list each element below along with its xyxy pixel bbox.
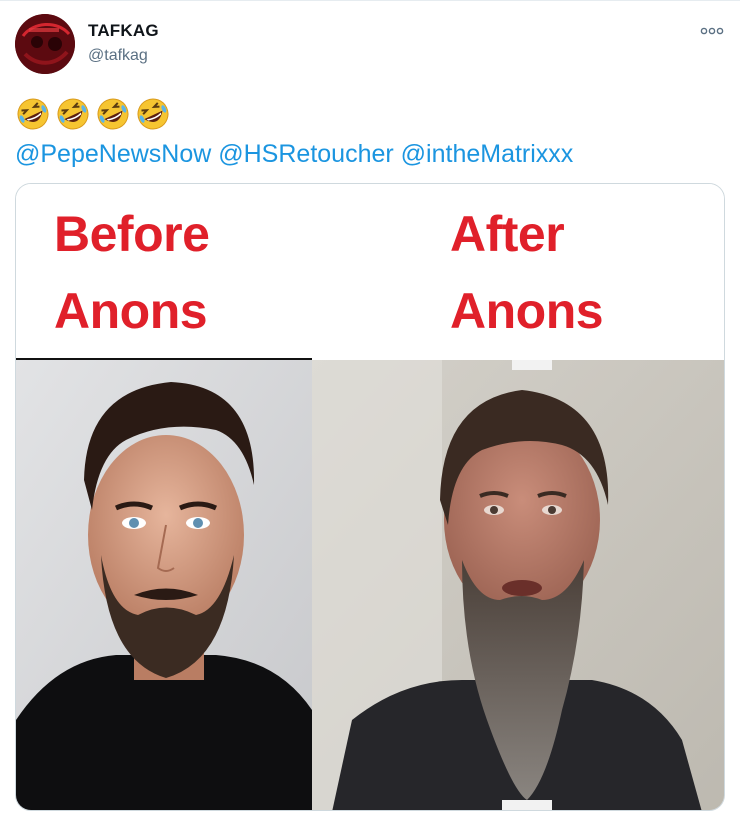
caption-before-anons: Anons <box>54 283 208 339</box>
more-options-icon[interactable] <box>700 21 724 41</box>
mention-link[interactable]: @intheMatrixxx <box>401 140 574 168</box>
after-photo <box>312 360 724 810</box>
caption-after-anons: Anons <box>450 283 604 339</box>
author-name[interactable]: TAFKAG <box>88 21 159 41</box>
tweet-card: TAFKAG @tafkag @PepeNewsNow @HSRetoucher… <box>0 0 740 816</box>
before-photo <box>16 360 312 810</box>
mention-link[interactable]: @HSRetoucher <box>218 140 393 168</box>
rolling-on-floor-laughing-emoji <box>135 97 171 131</box>
meme-caption-area: Before Anons After Anons <box>16 184 724 358</box>
tweet-mentions: @PepeNewsNow @HSRetoucher @intheMatrixxx <box>15 139 573 169</box>
avatar[interactable] <box>15 14 75 74</box>
author-handle[interactable]: @tafkag <box>88 47 148 65</box>
caption-before: Before <box>54 206 210 262</box>
emoji-row <box>15 97 171 131</box>
rolling-on-floor-laughing-emoji <box>15 97 51 131</box>
rolling-on-floor-laughing-emoji <box>55 97 91 131</box>
rolling-on-floor-laughing-emoji <box>95 97 131 131</box>
tweet-image[interactable]: Before Anons After Anons <box>15 183 725 811</box>
mention-link[interactable]: @PepeNewsNow <box>15 140 211 168</box>
caption-after: After <box>450 206 565 262</box>
